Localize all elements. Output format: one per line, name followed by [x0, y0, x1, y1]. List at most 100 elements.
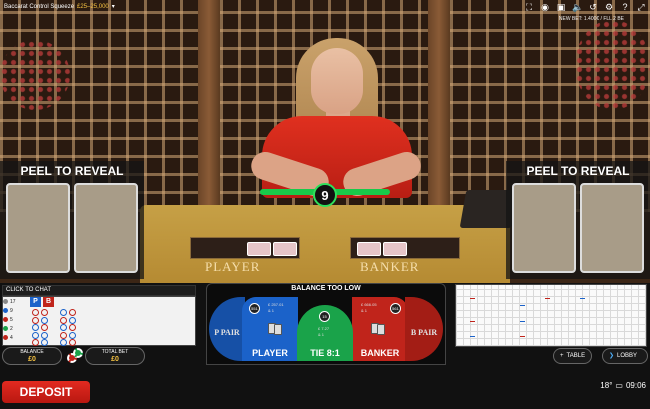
bead-cell	[69, 309, 76, 316]
bead-cell	[41, 339, 48, 346]
bead-cell	[41, 316, 48, 324]
peel-title: PEEL TO REVEAL	[526, 164, 630, 178]
bead-cell	[41, 309, 48, 316]
stat-value: 4	[10, 334, 13, 341]
help-icon[interactable]: ?	[620, 2, 630, 12]
peel-card[interactable]	[580, 183, 644, 273]
dot-icon	[3, 308, 8, 313]
bead-cell	[69, 324, 76, 331]
road-mark	[470, 336, 475, 337]
peel-card[interactable]	[6, 183, 70, 273]
stat-value: 9	[10, 307, 13, 314]
total-bet-value: £0	[111, 356, 119, 363]
lobby-button-label: LOBBY	[617, 353, 638, 359]
felt-player-label: PLAYER	[205, 259, 261, 274]
balance-warning: BALANCE TOO LOW	[291, 285, 361, 292]
banker-pair-label: B PAIR	[410, 328, 438, 337]
bead-cell	[60, 339, 67, 346]
banker-cards-icon	[371, 323, 387, 335]
total-bet-label: TOTAL BET	[101, 349, 129, 355]
banker-bettor-count: 561	[390, 303, 401, 314]
stat-row: 4	[3, 333, 25, 342]
tie-bets: & 1	[318, 332, 325, 337]
lobby-button[interactable]: ❯ LOBBY	[602, 348, 648, 364]
road-mark	[470, 298, 475, 299]
balance-value: £0	[28, 356, 36, 363]
stat-row: 9	[3, 306, 25, 315]
stat-value: 5	[10, 316, 13, 323]
player-card-slot	[190, 237, 300, 259]
cast-icon: ▭	[615, 381, 623, 390]
player-bettor-count: 551	[249, 303, 260, 314]
chip-stack-icon[interactable]	[67, 348, 83, 364]
dealer-face	[311, 48, 363, 114]
bead-cell	[60, 324, 67, 331]
card	[247, 242, 271, 256]
banker-spot-label: BANKER	[360, 348, 400, 358]
bead-cell	[32, 309, 39, 316]
bead-cell	[41, 324, 48, 331]
fullscreen-icon[interactable]: ⤢	[636, 2, 646, 12]
card	[357, 242, 381, 256]
bead-cell	[60, 309, 67, 316]
road-mark	[520, 336, 525, 337]
blossom-decoration	[575, 20, 650, 110]
table-button[interactable]: + TABLE	[553, 348, 593, 364]
bead-cell	[32, 331, 39, 339]
player-bets: & 1	[268, 308, 275, 313]
dot-icon	[3, 299, 8, 304]
total-bet-box: TOTAL BET £0	[85, 347, 145, 365]
bead-cell	[69, 339, 76, 346]
volume-icon[interactable]: 🔈	[572, 2, 583, 12]
video-icon[interactable]: ▣	[556, 2, 566, 12]
road-mark	[520, 305, 525, 306]
bead-cell	[41, 331, 48, 339]
felt-banker-label: BANKER	[360, 259, 420, 274]
stat-row: 5	[3, 315, 25, 324]
settings-icon[interactable]: ⚙	[604, 2, 614, 12]
stat-row: 17	[3, 297, 25, 306]
stat-row: 2	[3, 324, 25, 333]
bead-cell	[69, 316, 76, 324]
peel-panel-player[interactable]: PEEL TO REVEAL	[0, 161, 144, 279]
banker-bets: & 1	[361, 308, 368, 313]
bead-cell	[60, 331, 67, 339]
chips-icon[interactable]: ◉	[540, 2, 550, 12]
plus-icon: +	[560, 353, 564, 359]
card	[273, 242, 297, 256]
peel-panel-banker[interactable]: PEEL TO REVEAL	[506, 161, 650, 279]
table-button-label: TABLE	[566, 353, 586, 359]
banker-total: £ 666.05	[361, 302, 377, 307]
expand-icon[interactable]: ⛶	[524, 2, 534, 12]
deposit-button[interactable]: DEPOSIT	[2, 381, 90, 403]
road-mark	[580, 298, 585, 299]
game-header: Baccarat Control Squeeze £25–25,000 ▾	[4, 3, 115, 11]
banker-road-head: B	[43, 297, 54, 307]
history-icon[interactable]: ↺	[588, 2, 598, 12]
peel-card[interactable]	[74, 183, 138, 273]
peel-card[interactable]	[512, 183, 576, 273]
clock-time: 09:06	[625, 381, 646, 390]
tie-bettor-count: 15	[319, 311, 330, 322]
pillar	[428, 0, 450, 212]
bead-cell	[32, 339, 39, 346]
chevron-right-icon: ❯	[609, 353, 615, 359]
table-limits: £25–25,000	[77, 3, 109, 10]
big-road	[455, 284, 647, 347]
player-road-head: P	[30, 297, 41, 307]
chat-bar[interactable]: CLICK TO CHAT	[2, 285, 196, 296]
peel-title: PEEL TO REVEAL	[20, 164, 124, 178]
tie-total: £ 7.27	[318, 326, 330, 331]
pillar	[198, 0, 220, 212]
live-video-stage: 9 PLAYER BANKER PEEL TO REVEAL PEEL TO R…	[0, 0, 650, 283]
chevron-down-icon[interactable]: ▾	[112, 3, 115, 10]
chip-icon	[73, 348, 83, 358]
game-name: Baccarat Control Squeeze	[4, 3, 75, 10]
player-cards-icon	[268, 323, 284, 335]
tie-spot-label: TIE 8:1	[310, 348, 340, 358]
road-mark	[470, 321, 475, 322]
status-bar: 18° ▭ 09:06	[600, 381, 646, 390]
dot-icon	[3, 317, 8, 322]
player-total: £ 257.01	[268, 302, 284, 307]
stat-value: 17	[10, 298, 16, 305]
